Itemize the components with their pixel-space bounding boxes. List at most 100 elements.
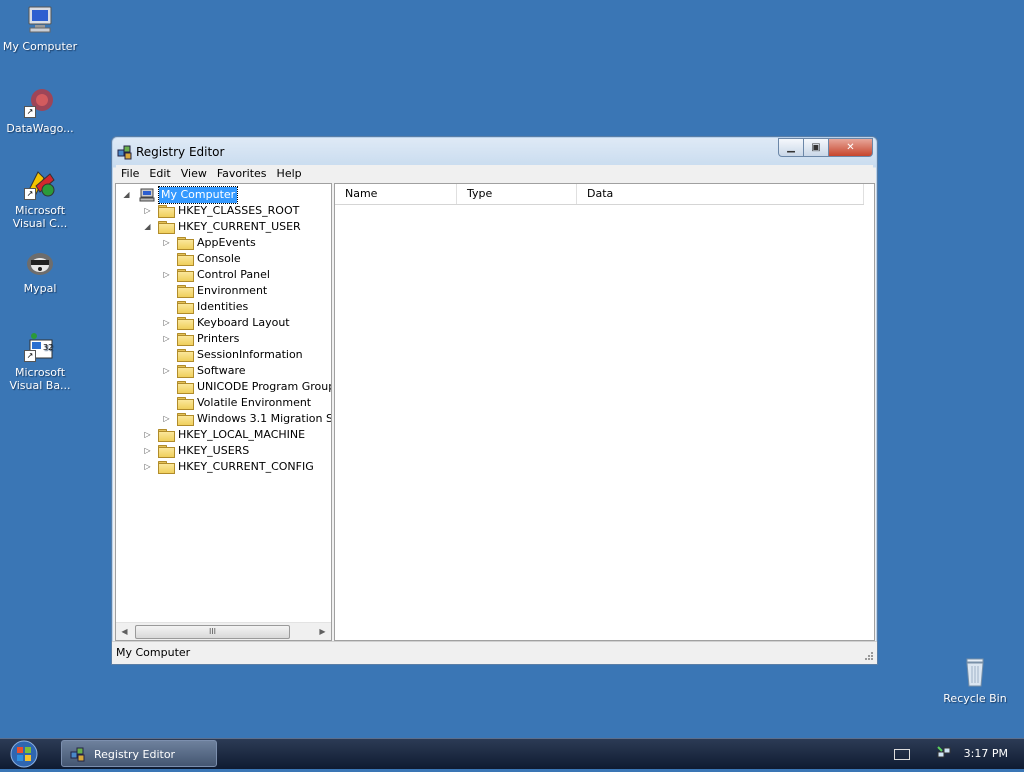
tree-item-hkey-local-machine[interactable]: ▷ HKEY_LOCAL_MACHINE: [116, 427, 331, 443]
tree-label: UNICODE Program Groups: [197, 380, 332, 393]
tree-label: Identities: [197, 300, 249, 313]
collapsed-triangle-icon[interactable]: ▷: [162, 315, 171, 331]
expanded-triangle-icon[interactable]: ◢: [143, 219, 152, 235]
expanded-triangle-icon[interactable]: ◢: [122, 187, 131, 203]
key-tree-pane[interactable]: ◢ My Computer ▷ HKEY_CLASSES_ROOT ◢ HKEY…: [115, 183, 332, 641]
tree-item-hkey-classes-root[interactable]: ▷ HKEY_CLASSES_ROOT: [116, 203, 331, 219]
tree-item-hkey-users[interactable]: ▷ HKEY_USERS: [116, 443, 331, 459]
values-pane[interactable]: Name Type Data: [334, 183, 875, 641]
folder-icon: [158, 445, 175, 458]
desktop-icon-label: Mypal: [23, 282, 57, 295]
folder-icon: [158, 429, 175, 442]
scroll-thumb[interactable]: III: [135, 625, 290, 639]
menu-edit[interactable]: Edit: [144, 165, 175, 183]
desktop-icon-mypal[interactable]: Mypal: [0, 246, 80, 295]
folder-icon: [177, 397, 194, 410]
column-header-name[interactable]: Name: [335, 184, 457, 204]
scroll-left-icon[interactable]: ◀: [116, 623, 133, 640]
tree-label: HKEY_CURRENT_USER: [178, 220, 301, 233]
desktop-icon-my-computer[interactable]: My Computer: [0, 4, 80, 53]
maximize-icon: ▣: [811, 142, 821, 153]
window-title: Registry Editor: [136, 145, 225, 159]
taskbar-button-label: Registry Editor: [94, 748, 176, 761]
collapsed-triangle-icon[interactable]: ▷: [143, 203, 152, 219]
svg-text:32: 32: [43, 343, 53, 352]
folder-icon: [177, 301, 194, 314]
taskbar-button-registry-editor[interactable]: Registry Editor: [61, 740, 217, 767]
tree-item-hkey-current-user[interactable]: ◢ HKEY_CURRENT_USER: [116, 219, 331, 235]
tree-item-keyboard-layout[interactable]: ▷ Keyboard Layout: [116, 315, 331, 331]
folder-icon: [177, 413, 194, 426]
folder-icon: [158, 461, 175, 474]
folder-icon: [177, 349, 194, 362]
system-tray: 3:17 PM: [874, 739, 1024, 769]
tree-item-sessioninformation[interactable]: SessionInformation: [116, 347, 331, 363]
desktop-icon-visual-c[interactable]: ↗ Microsoft Visual C...: [0, 168, 80, 230]
folder-icon: [177, 381, 194, 394]
collapsed-triangle-icon[interactable]: ▷: [162, 267, 171, 283]
tree-item-hkey-current-config[interactable]: ▷ HKEY_CURRENT_CONFIG: [116, 459, 331, 475]
tree-label: Printers: [197, 332, 240, 345]
tree-item-volatile-environment[interactable]: Volatile Environment: [116, 395, 331, 411]
desktop-icon-label: Recycle Bin: [943, 692, 1007, 705]
horizontal-scrollbar[interactable]: ◀ III ▶: [116, 622, 331, 640]
tree-item-unicode-program-groups[interactable]: UNICODE Program Groups: [116, 379, 331, 395]
my-computer-icon: [24, 4, 56, 36]
tree-item-environment[interactable]: Environment: [116, 283, 331, 299]
folder-icon: [177, 253, 194, 266]
column-header-data[interactable]: Data: [577, 184, 864, 204]
collapsed-triangle-icon[interactable]: ▷: [162, 331, 171, 347]
collapsed-triangle-icon[interactable]: ▷: [143, 427, 152, 443]
start-button[interactable]: [6, 739, 42, 769]
collapsed-triangle-icon[interactable]: ▷: [143, 443, 152, 459]
column-header-type[interactable]: Type: [457, 184, 577, 204]
tree-label: My Computer: [157, 186, 239, 204]
collapsed-triangle-icon[interactable]: ▷: [143, 459, 152, 475]
maximize-button[interactable]: ▣: [804, 138, 829, 157]
collapsed-triangle-icon[interactable]: ▷: [162, 411, 171, 427]
menu-favorites[interactable]: Favorites: [212, 165, 272, 183]
menu-view[interactable]: View: [176, 165, 212, 183]
desktop-icon-recycle-bin[interactable]: Recycle Bin: [935, 656, 1015, 705]
status-bar: My Computer: [112, 641, 877, 664]
minimize-icon: ▁: [787, 142, 795, 153]
minimize-button[interactable]: ▁: [778, 138, 804, 157]
menu-file[interactable]: File: [116, 165, 144, 183]
title-bar[interactable]: Registry Editor ▁ ▣ ✕: [112, 137, 877, 165]
windows-logo-icon: [10, 740, 38, 768]
scroll-right-icon[interactable]: ▶: [314, 623, 331, 640]
keyboard-icon[interactable]: [894, 749, 910, 760]
desktop-icon-datawagon[interactable]: ↗ DataWago...: [0, 86, 80, 135]
tree-item-control-panel[interactable]: ▷ Control Panel: [116, 267, 331, 283]
folder-icon: [177, 237, 194, 250]
tree-item-printers[interactable]: ▷ Printers: [116, 331, 331, 347]
desktop-icon-visual-basic[interactable]: 32 ↗ Microsoft Visual Ba...: [0, 330, 80, 392]
computer-icon: [139, 188, 155, 202]
tree-item-identities[interactable]: Identities: [116, 299, 331, 315]
tree-item-software[interactable]: ▷ Software: [116, 363, 331, 379]
folder-icon: [158, 221, 175, 234]
tree-label: HKEY_USERS: [178, 444, 250, 457]
folder-icon: [158, 205, 175, 218]
close-button[interactable]: ✕: [829, 138, 873, 157]
tree-item-console[interactable]: Console: [116, 251, 331, 267]
tree-label: Console: [197, 252, 241, 265]
collapsed-triangle-icon[interactable]: ▷: [162, 235, 171, 251]
shortcut-arrow-icon: ↗: [24, 106, 36, 118]
clock[interactable]: 3:17 PM: [964, 747, 1008, 760]
mypal-icon: [24, 246, 56, 278]
taskbar: Registry Editor 3:17 PM: [0, 738, 1024, 769]
tree-item-my-computer[interactable]: ◢ My Computer: [116, 186, 331, 204]
network-icon[interactable]: [936, 745, 952, 761]
tree-item-windows-31-migration[interactable]: ▷ Windows 3.1 Migration Status: [116, 411, 331, 427]
resize-grip-icon[interactable]: [862, 649, 874, 661]
tree-label: Control Panel: [197, 268, 270, 281]
tree-label: Software: [197, 364, 246, 377]
menu-help[interactable]: Help: [272, 165, 307, 183]
shortcut-arrow-icon: ↗: [24, 350, 36, 362]
collapsed-triangle-icon[interactable]: ▷: [162, 363, 171, 379]
tree-label: Environment: [197, 284, 268, 297]
tree-item-appevents[interactable]: ▷ AppEvents: [116, 235, 331, 251]
caption-buttons: ▁ ▣ ✕: [778, 138, 873, 157]
key-tree: ◢ My Computer ▷ HKEY_CLASSES_ROOT ◢ HKEY…: [116, 186, 331, 475]
